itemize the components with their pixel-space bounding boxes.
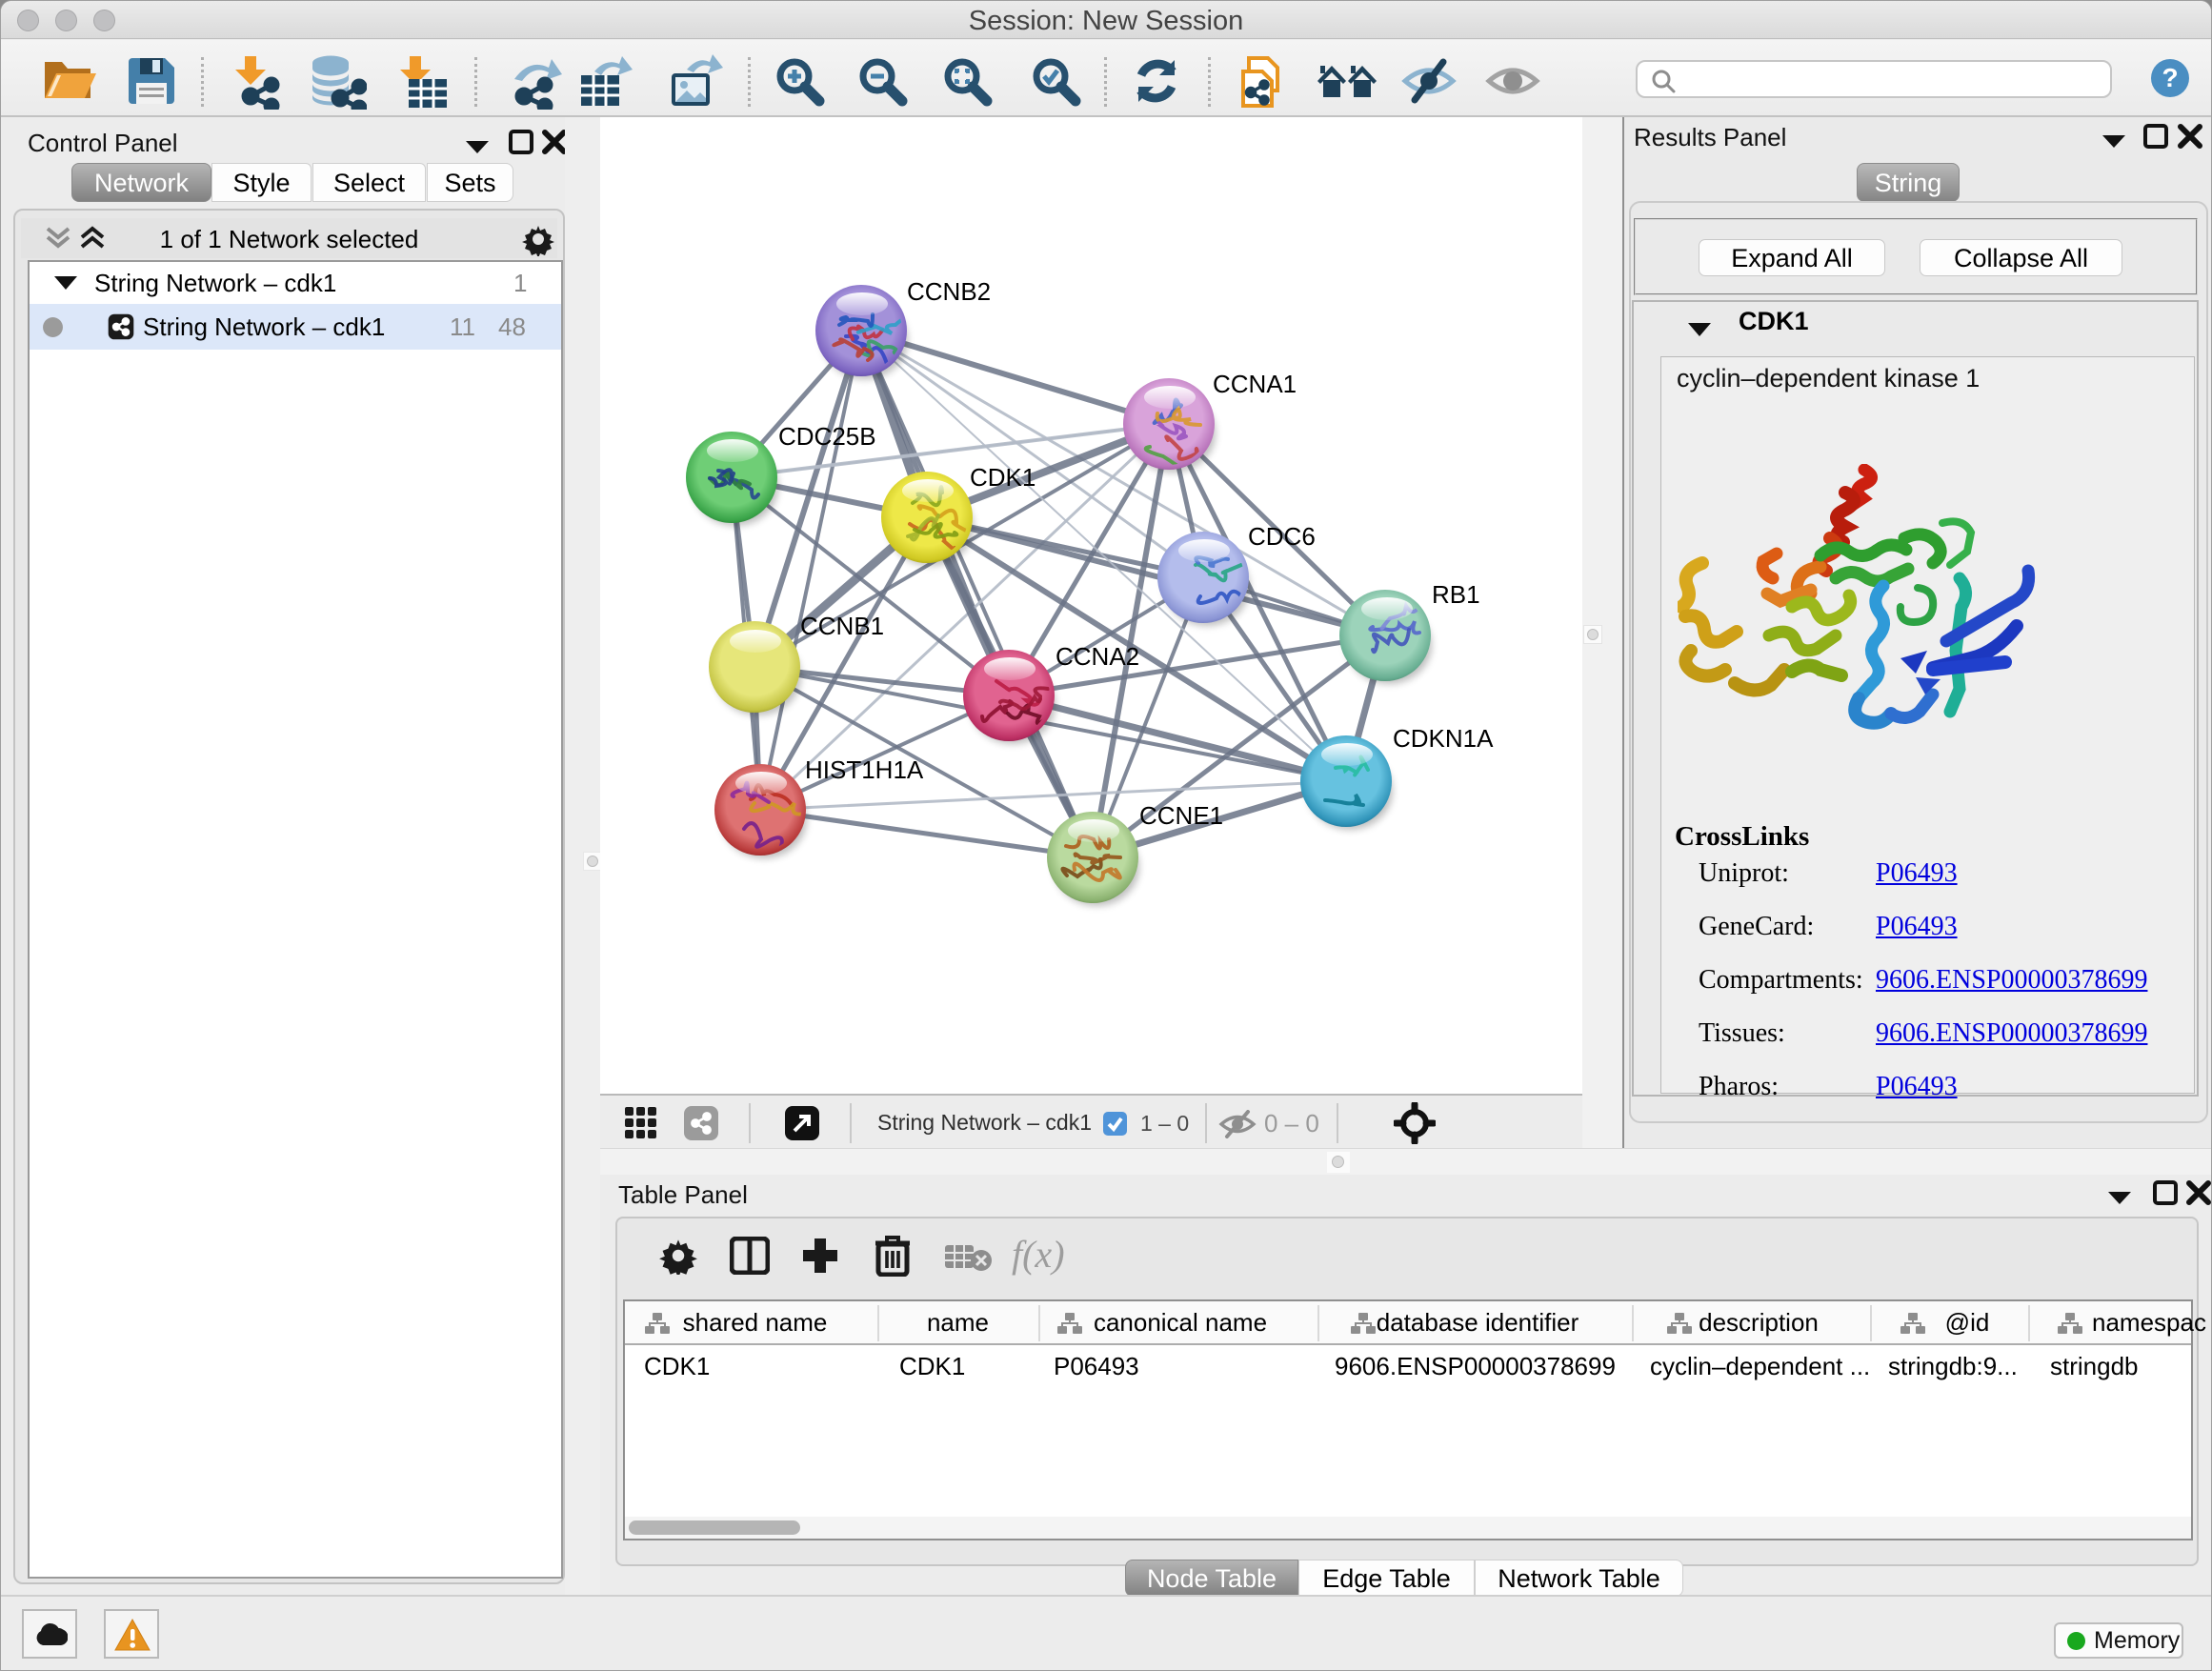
svg-text:?: ?	[2162, 63, 2178, 92]
